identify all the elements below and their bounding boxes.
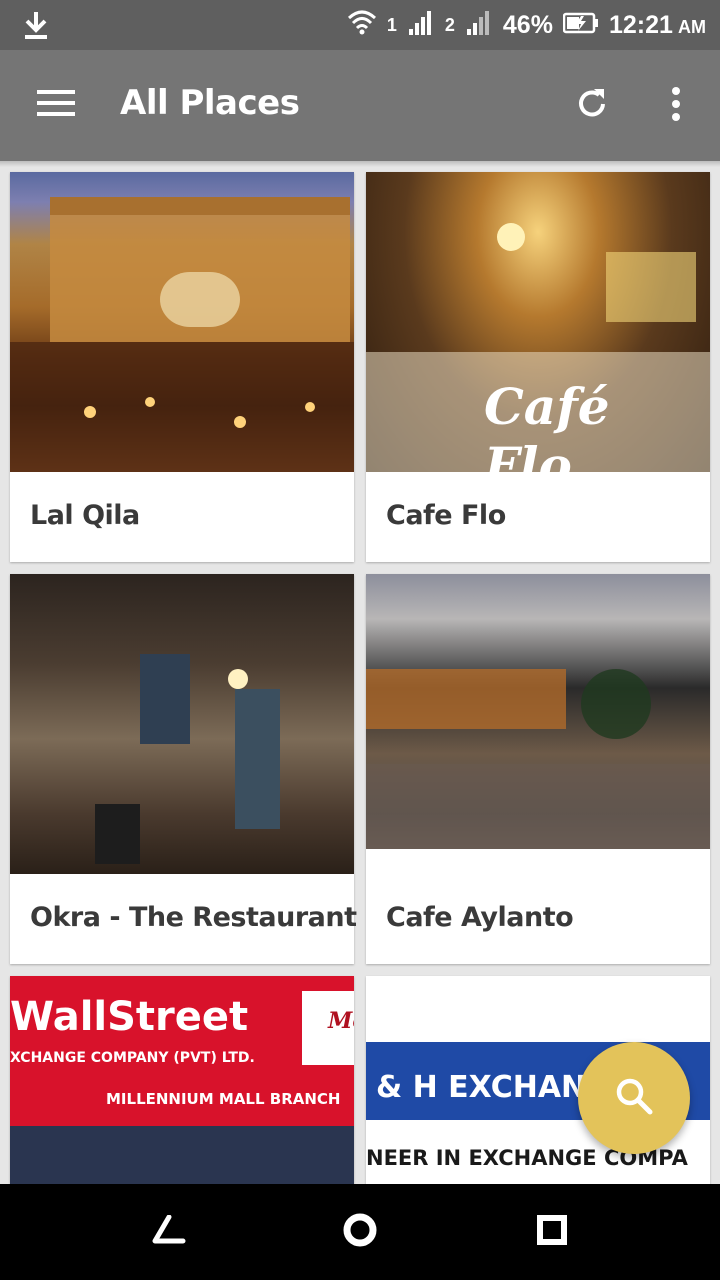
search-icon: [613, 1075, 655, 1121]
page-title: All Places: [120, 83, 300, 123]
clock: 12:21 AM: [609, 11, 706, 40]
wallstreet-logo: WallStreet: [10, 994, 249, 1040]
wallstreet-side-text: Mo: [328, 1008, 354, 1034]
app-bar: All Places: [0, 50, 720, 161]
more-vert-icon: [670, 86, 682, 126]
place-image: Café Flo: [366, 172, 710, 472]
battery-icon: [562, 12, 599, 38]
status-indicators: 1 2 46% 12:21 AM: [347, 8, 706, 42]
place-image: [366, 574, 710, 874]
back-button[interactable]: [148, 1212, 188, 1252]
place-image: Mo WallStreet XCHANGE COMPANY (PVT) LTD.…: [10, 976, 354, 1184]
recents-button[interactable]: [532, 1212, 572, 1252]
signal-icon: [465, 9, 493, 41]
place-card-okra[interactable]: Okra - The Restaurant: [10, 574, 357, 964]
more-options-button[interactable]: [654, 80, 698, 132]
place-name: Cafe Flo: [386, 500, 506, 531]
app-bar-shadow: [0, 161, 720, 167]
storefront: [10, 1126, 354, 1184]
time: 12:21: [608, 10, 673, 39]
signal-icon: [407, 9, 435, 41]
sim2-label: 2: [444, 14, 455, 35]
places-grid: Lal Qila Café Flo Cafe Flo Okra - The Re…: [0, 161, 720, 1184]
menu-icon: [36, 88, 76, 122]
recents-icon: [536, 1214, 568, 1250]
place-card-wallstreet[interactable]: Mo WallStreet XCHANGE COMPANY (PVT) LTD.…: [10, 976, 354, 1184]
back-icon: [149, 1214, 187, 1249]
refresh-button[interactable]: [566, 80, 618, 132]
wifi-icon: [347, 8, 377, 42]
time-ampm: AM: [678, 16, 706, 37]
place-image: [10, 172, 354, 472]
battery-percent: 46%: [502, 10, 553, 39]
sim1-label: 1: [386, 14, 397, 35]
home-button[interactable]: [340, 1212, 380, 1252]
place-image: [10, 574, 354, 874]
place-card-lal-qila[interactable]: Lal Qila: [10, 172, 354, 562]
place-name: Lal Qila: [30, 500, 140, 531]
refresh-icon: [572, 84, 612, 128]
status-bar: 1 2 46% 12:21 AM: [0, 0, 720, 50]
wallstreet-sub: XCHANGE COMPANY (PVT) LTD.: [10, 1050, 255, 1066]
download-icon: [22, 10, 50, 44]
place-card-cafe-flo[interactable]: Café Flo Cafe Flo: [366, 172, 710, 562]
search-fab[interactable]: [578, 1042, 690, 1154]
home-icon: [342, 1212, 378, 1252]
place-card-cafe-aylanto[interactable]: Cafe Aylanto: [366, 574, 710, 964]
place-name: Okra - The Restaurant: [30, 902, 357, 933]
place-name: Cafe Aylanto: [386, 902, 574, 933]
cafe-flo-sign: Café Flo: [484, 377, 610, 472]
system-nav-bar: [0, 1184, 720, 1280]
menu-button[interactable]: [28, 80, 84, 130]
wallstreet-branch: MILLENNIUM MALL BRANCH: [106, 1090, 341, 1108]
